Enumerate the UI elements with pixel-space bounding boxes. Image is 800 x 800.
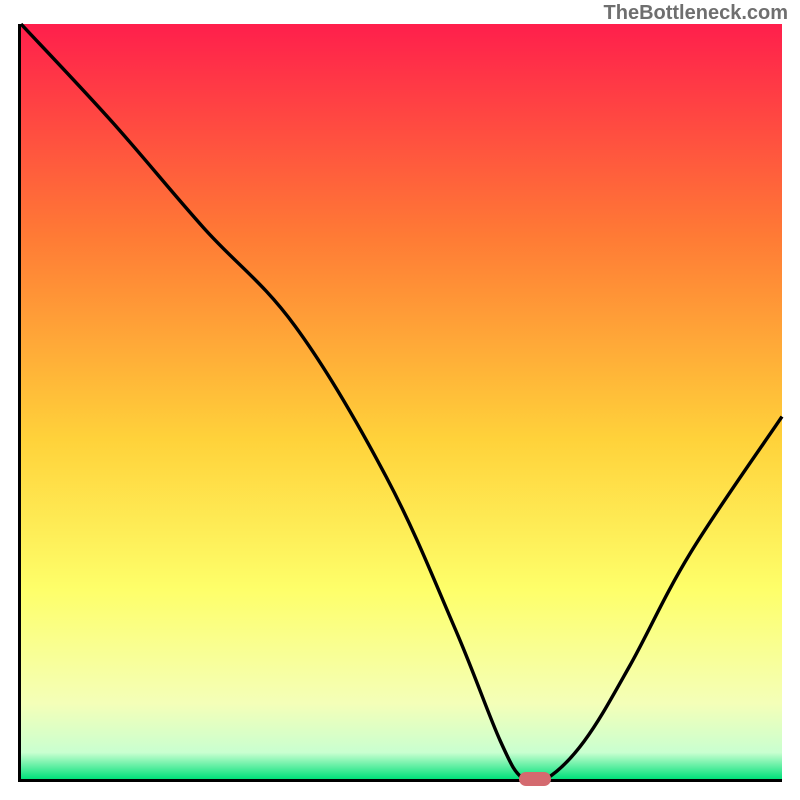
curve-layer — [21, 24, 782, 779]
bottleneck-curve — [21, 24, 782, 784]
attribution-label: TheBottleneck.com — [604, 2, 788, 25]
plot-area — [18, 24, 782, 782]
optimal-marker — [519, 772, 551, 786]
bottleneck-chart: TheBottleneck.com — [0, 0, 800, 800]
